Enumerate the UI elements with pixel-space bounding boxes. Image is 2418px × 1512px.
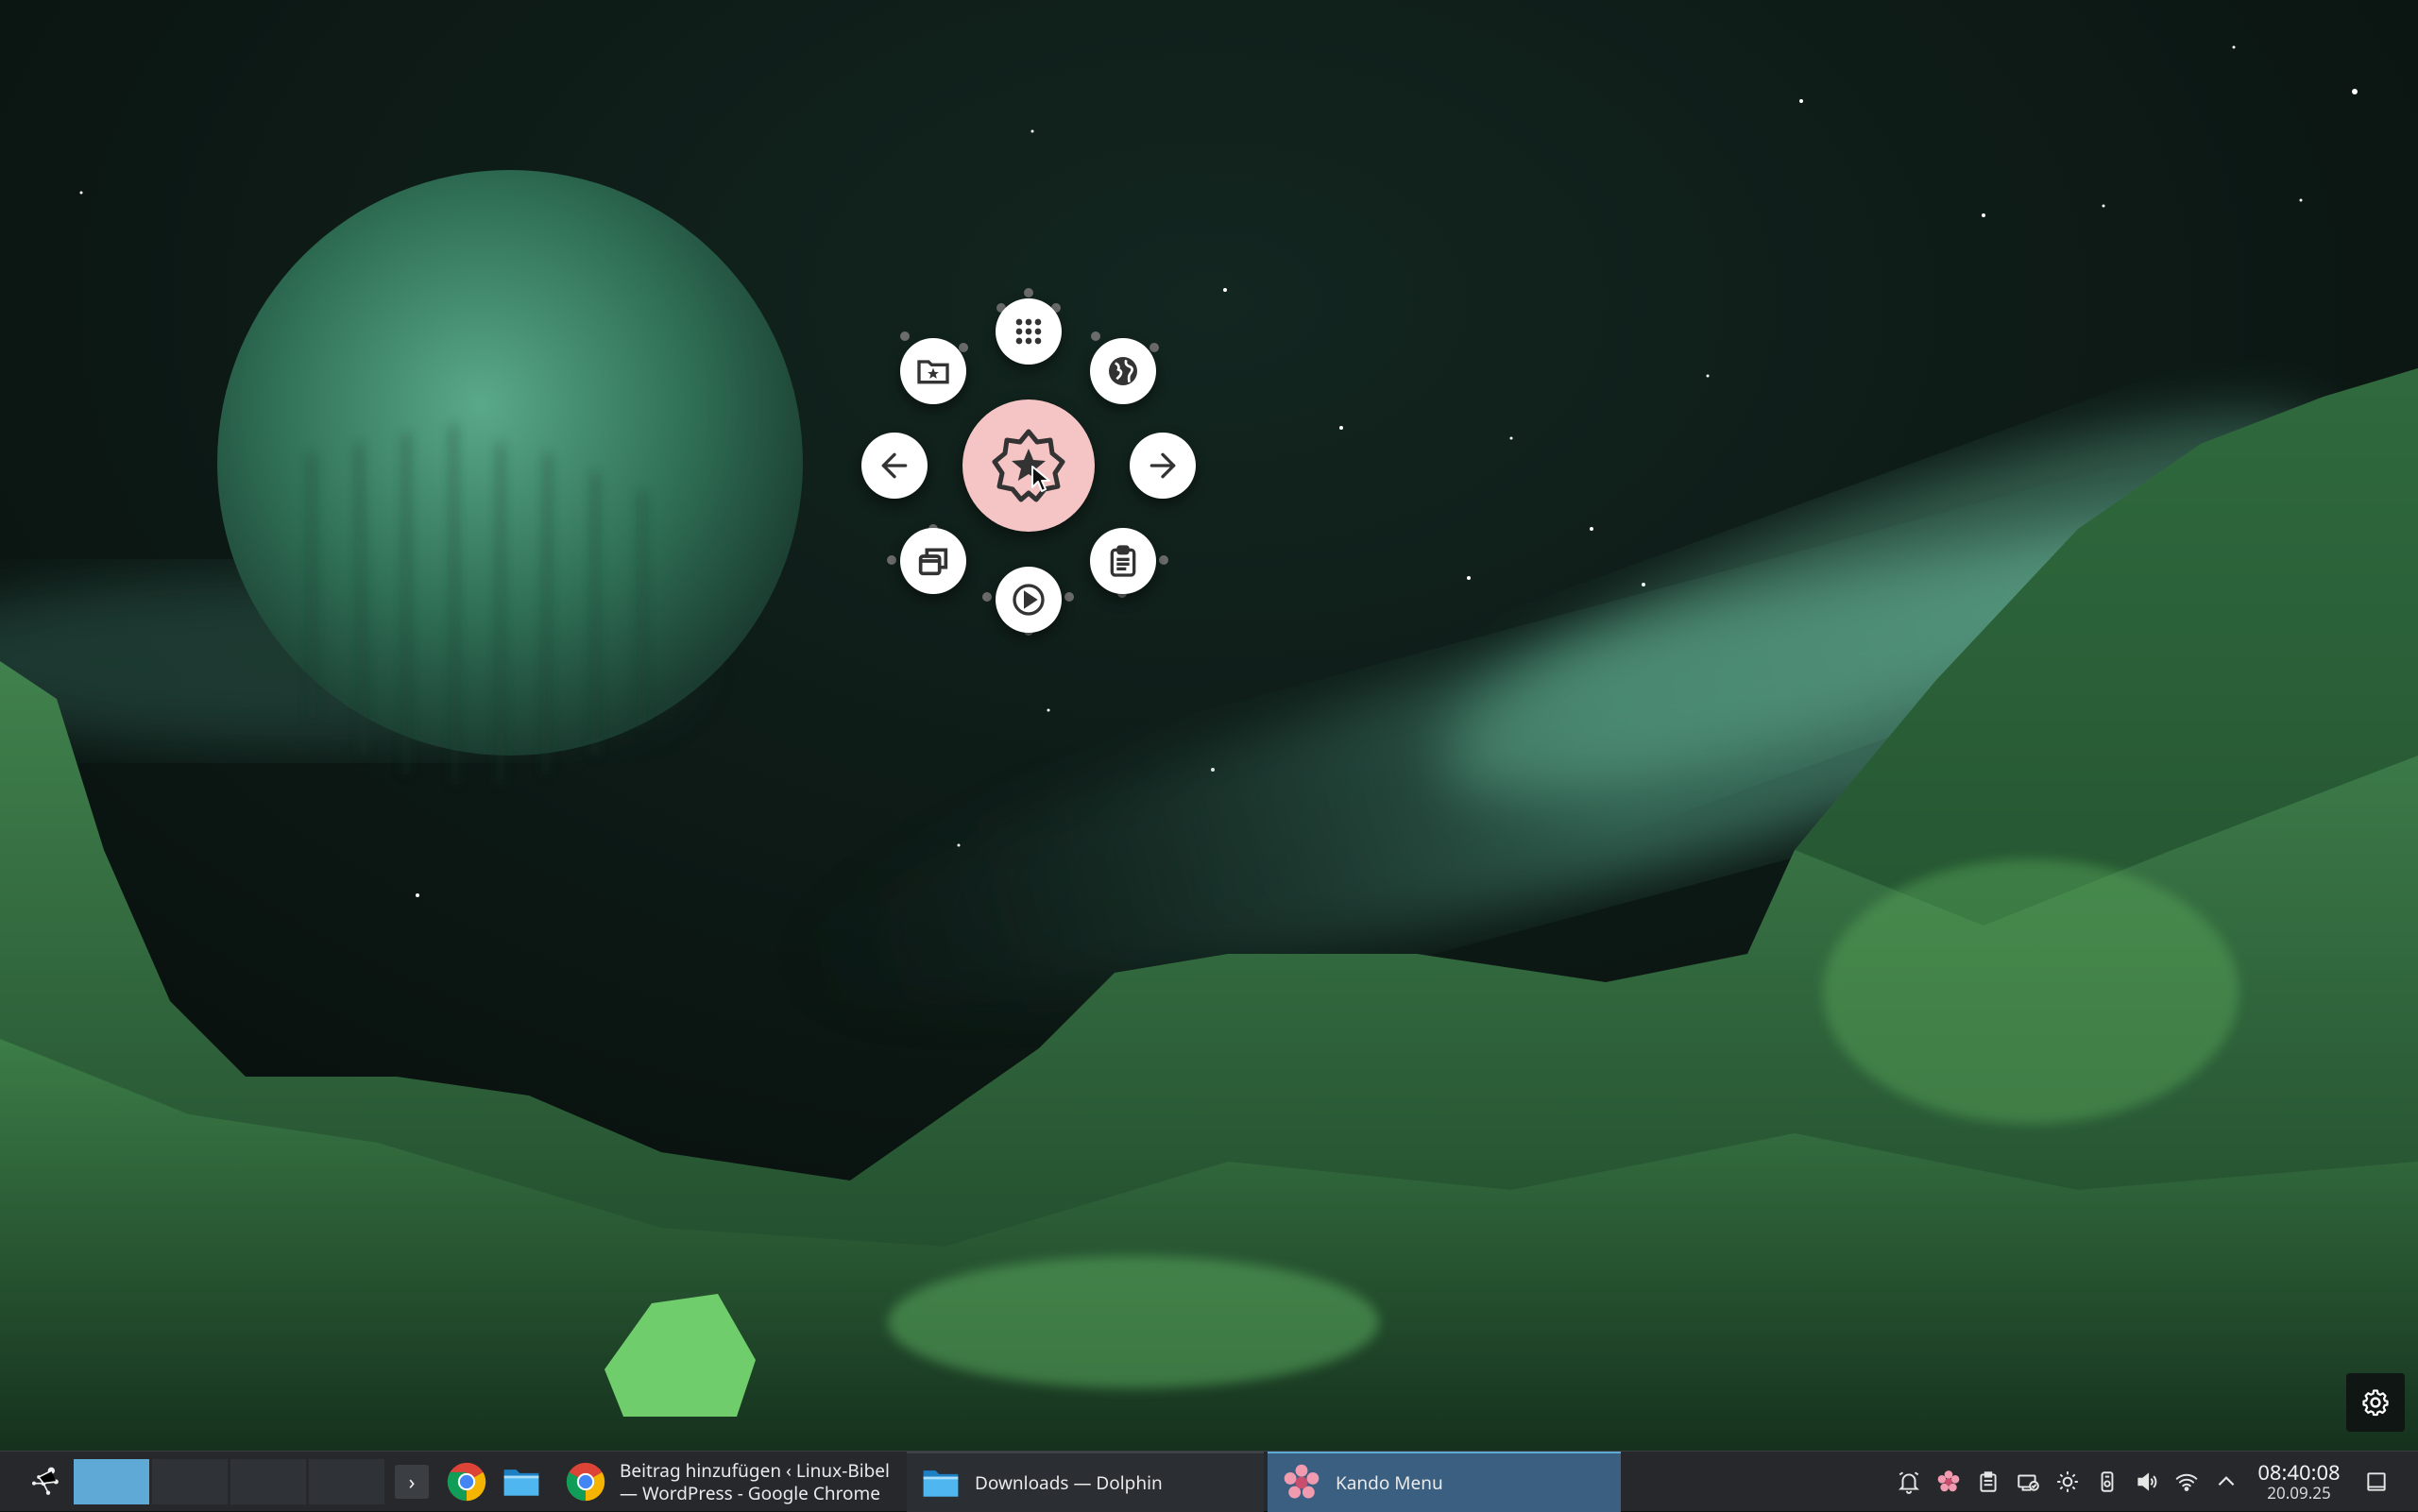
device-icon — [2101, 1471, 2114, 1492]
pie-item-web[interactable] — [1090, 338, 1156, 404]
chrome-icon — [566, 1462, 605, 1502]
application-launcher-button[interactable] — [21, 1452, 66, 1512]
task-title: Beitrag hinzufügen ‹ Linux-Bibel — WordP… — [620, 1458, 890, 1505]
pager-expand-button[interactable]: › — [395, 1465, 429, 1499]
system-tray — [1889, 1452, 2267, 1512]
pie-item-media[interactable] — [996, 567, 1062, 633]
desktop-wallpaper — [0, 0, 2418, 1511]
tray-network[interactable] — [2167, 1452, 2206, 1512]
play-circle-icon — [1013, 584, 1045, 616]
pinned-chrome[interactable] — [440, 1452, 493, 1512]
tray-notifications[interactable] — [1889, 1452, 1929, 1512]
kando-icon — [1284, 1464, 1320, 1499]
tray-updates[interactable] — [2008, 1452, 2048, 1512]
arrow-right-icon — [1149, 452, 1176, 479]
tray-clipboard[interactable] — [1968, 1452, 2008, 1512]
clipboard-icon — [1110, 545, 1136, 577]
pie-item-clipboard[interactable] — [1090, 528, 1156, 594]
grid-icon — [1015, 318, 1042, 345]
task-title: Kando Menu — [1336, 1470, 1443, 1495]
pie-item-next[interactable] — [1130, 433, 1196, 499]
bell-icon — [1898, 1471, 1920, 1494]
taskbar: › Beitrag hinzufügen ‹ Linux-Bibel — Wor… — [0, 1451, 2418, 1512]
task-dolphin-window[interactable]: Downloads — Dolphin — [907, 1452, 1264, 1512]
chevron-right-icon: › — [408, 1468, 416, 1496]
sun-icon — [2057, 1471, 2078, 1492]
pie-center-favorites[interactable] — [962, 399, 1095, 532]
launcher-icon — [32, 1467, 59, 1495]
pager-desktop-1[interactable] — [74, 1459, 149, 1504]
wifi-icon — [2175, 1473, 2198, 1491]
kando-icon — [1937, 1470, 1960, 1492]
tray-brightness[interactable] — [2048, 1452, 2087, 1512]
folder-star-icon — [917, 360, 949, 384]
digital-clock[interactable]: 08:40:08 20.09.25 — [2254, 1452, 2344, 1512]
update-icon — [2018, 1474, 2039, 1491]
desktop-settings-button[interactable] — [2346, 1373, 2405, 1432]
globe-icon — [1109, 357, 1137, 385]
clock-time: 08:40:08 — [2257, 1458, 2341, 1487]
speaker-icon — [2137, 1472, 2157, 1491]
task-chrome-window[interactable]: Beitrag hinzufügen ‹ Linux-Bibel — WordP… — [552, 1452, 905, 1512]
pager-desktop-3[interactable] — [230, 1459, 306, 1504]
pie-item-favorites[interactable] — [900, 338, 966, 404]
pie-item-back[interactable] — [861, 433, 928, 499]
tray-device[interactable] — [2087, 1452, 2127, 1512]
tray-expand[interactable] — [2206, 1452, 2246, 1512]
virtual-desktop-pager — [74, 1459, 384, 1504]
windows-icon — [918, 548, 948, 576]
show-desktop-icon — [2367, 1472, 2386, 1491]
pager-desktop-4[interactable] — [309, 1459, 384, 1504]
tray-kando[interactable] — [1929, 1452, 1968, 1512]
pinned-dolphin[interactable] — [495, 1452, 548, 1512]
pager-desktop-2[interactable] — [152, 1459, 228, 1504]
star-badge-icon — [992, 429, 1065, 502]
clipboard-icon — [1980, 1471, 1997, 1492]
tray-volume[interactable] — [2127, 1452, 2167, 1512]
task-title: Downloads — Dolphin — [975, 1470, 1163, 1495]
chevron-up-icon — [2218, 1476, 2235, 1487]
gear-icon — [2362, 1389, 2389, 1417]
pie-item-apps[interactable] — [996, 298, 1062, 365]
folder-icon — [503, 1470, 539, 1496]
show-desktop-button[interactable] — [2358, 1452, 2395, 1512]
chrome-icon — [447, 1462, 486, 1502]
clock-date: 20.09.25 — [2267, 1482, 2331, 1504]
pie-item-windows[interactable] — [900, 528, 966, 594]
folder-icon — [923, 1470, 959, 1497]
arrow-left-icon — [881, 452, 908, 479]
task-kando-window[interactable]: Kando Menu — [1268, 1452, 1621, 1512]
